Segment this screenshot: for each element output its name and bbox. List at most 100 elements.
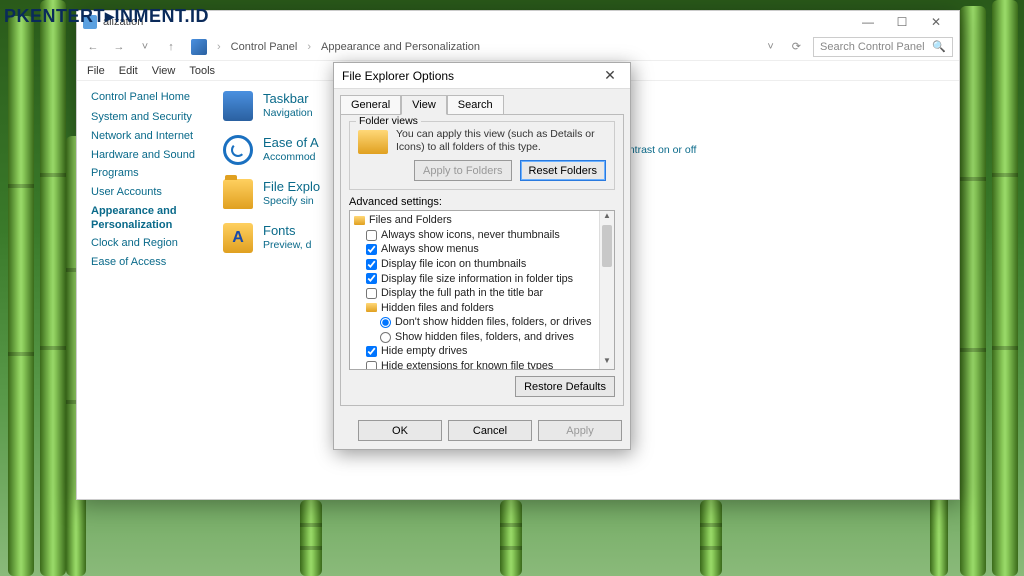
advanced-settings-tree[interactable]: Files and FoldersAlways show icons, neve… xyxy=(349,210,615,370)
scroll-thumb[interactable] xyxy=(602,225,612,267)
titlebar[interactable]: alization — ☐ ✕ xyxy=(77,11,959,33)
apply-to-folders-button[interactable]: Apply to Folders xyxy=(414,160,511,181)
category-sub[interactable]: Specify sin xyxy=(263,195,320,207)
dialog-close-button[interactable]: ✕ xyxy=(598,67,622,84)
category-sub[interactable]: Navigation xyxy=(263,107,313,119)
sidebar-item-network[interactable]: Network and Internet xyxy=(91,130,199,144)
scroll-down-icon[interactable]: ▼ xyxy=(600,356,614,369)
sidebar-home[interactable]: Control Panel Home xyxy=(91,91,199,103)
sidebar-item-hardware[interactable]: Hardware and Sound xyxy=(91,149,199,163)
checkbox[interactable] xyxy=(366,259,377,270)
menu-edit[interactable]: Edit xyxy=(119,65,138,77)
dialog-footer: OK Cancel Apply xyxy=(334,412,630,449)
tree-item[interactable]: Hidden files and folders xyxy=(366,301,597,316)
back-button[interactable]: ← xyxy=(83,37,103,57)
scroll-up-icon[interactable]: ▲ xyxy=(600,211,614,224)
search-icon: 🔍 xyxy=(932,40,946,53)
apply-button[interactable]: Apply xyxy=(538,420,622,441)
tab-general[interactable]: General xyxy=(340,95,401,114)
watermark: PKENTERT▸INMENT.ID xyxy=(4,6,209,27)
file-explorer-options-dialog: File Explorer Options ✕ General View Sea… xyxy=(333,62,631,450)
fonts-icon xyxy=(223,223,253,253)
menu-view[interactable]: View xyxy=(152,65,176,77)
category-title: File Explo xyxy=(263,179,320,194)
tree-item[interactable]: Display file icon on thumbnails xyxy=(366,257,597,272)
dialog-title: File Explorer Options xyxy=(342,69,454,83)
minimize-button[interactable]: — xyxy=(851,12,885,32)
tree-item[interactable]: Hide extensions for known file types xyxy=(366,359,597,370)
tree-item-label: Display file icon on thumbnails xyxy=(381,257,526,272)
tree-item[interactable]: Always show menus xyxy=(366,242,597,257)
breadcrumb-item[interactable]: Appearance and Personalization xyxy=(317,41,484,53)
group-legend: Folder views xyxy=(356,115,421,127)
tree-item[interactable]: Always show icons, never thumbnails xyxy=(366,228,597,243)
restore-defaults-button[interactable]: Restore Defaults xyxy=(515,376,615,397)
ease-icon xyxy=(223,135,253,165)
tree-item-label: Display file size information in folder … xyxy=(381,272,573,287)
forward-button[interactable]: → xyxy=(109,37,129,57)
up-button[interactable]: ↑ xyxy=(161,37,181,57)
tree-item-label: Always show menus xyxy=(381,242,479,257)
sidebar-item-appearance[interactable]: Appearance and Personalization xyxy=(91,205,199,233)
tree-item-label: Hide empty drives xyxy=(381,344,467,359)
checkbox[interactable] xyxy=(366,361,377,371)
address-dropdown[interactable]: ˅ xyxy=(761,41,779,53)
category-sub[interactable]: Accommod xyxy=(263,151,319,163)
breadcrumb-item[interactable]: Control Panel xyxy=(227,41,302,53)
tree-scrollbar[interactable]: ▲ ▼ xyxy=(599,211,614,369)
tree-root[interactable]: Files and Folders xyxy=(354,213,597,228)
category-title: Taskbar xyxy=(263,91,313,106)
tree-item-label: Hide extensions for known file types xyxy=(381,359,553,370)
control-panel-icon xyxy=(191,39,207,55)
tab-search[interactable]: Search xyxy=(447,95,504,114)
dialog-tabs: General View Search xyxy=(334,89,630,114)
checkbox[interactable] xyxy=(366,244,377,255)
tab-pane-view: Folder views You can apply this view (su… xyxy=(340,114,624,406)
radio[interactable] xyxy=(380,317,391,328)
tree-item[interactable]: Show hidden files, folders, and drives xyxy=(380,330,597,345)
checkbox[interactable] xyxy=(366,230,377,241)
menu-file[interactable]: File xyxy=(87,65,105,77)
tree-item-label: Show hidden files, folders, and drives xyxy=(395,330,574,345)
close-button[interactable]: ✕ xyxy=(919,12,953,32)
sidebar-item-ease[interactable]: Ease of Access xyxy=(91,256,199,270)
checkbox[interactable] xyxy=(366,273,377,284)
checkbox[interactable] xyxy=(366,288,377,299)
search-input[interactable]: Search Control Panel 🔍 xyxy=(813,37,953,57)
tree-item[interactable]: Display file size information in folder … xyxy=(366,272,597,287)
cancel-button[interactable]: Cancel xyxy=(448,420,532,441)
folder-icon xyxy=(366,303,377,312)
nav-toolbar: ← → ˅ ↑ › Control Panel › Appearance and… xyxy=(77,33,959,61)
tree-item[interactable]: Display the full path in the title bar xyxy=(366,286,597,301)
tab-view[interactable]: View xyxy=(401,95,447,115)
folder-icon xyxy=(223,179,253,209)
folder-views-group: Folder views You can apply this view (su… xyxy=(349,121,615,190)
menu-tools[interactable]: Tools xyxy=(189,65,215,77)
sidebar-item-system[interactable]: System and Security xyxy=(91,111,199,125)
ok-button[interactable]: OK xyxy=(358,420,442,441)
category-sub[interactable]: Preview, d xyxy=(263,239,311,251)
sidebar-item-clock[interactable]: Clock and Region xyxy=(91,237,199,251)
tree-item-label: Don't show hidden files, folders, or dri… xyxy=(395,315,592,330)
folder-icon xyxy=(354,216,365,225)
recent-dropdown[interactable]: ˅ xyxy=(135,37,155,57)
sidebar-item-programs[interactable]: Programs xyxy=(91,167,199,181)
taskbar-icon xyxy=(223,91,253,121)
sidebar-item-users[interactable]: User Accounts xyxy=(91,186,199,200)
folder-view-icon xyxy=(358,130,388,154)
reset-folders-button[interactable]: Reset Folders xyxy=(520,160,606,181)
tree-item[interactable]: Hide empty drives xyxy=(366,344,597,359)
radio[interactable] xyxy=(380,332,391,343)
tree-item-label: Always show icons, never thumbnails xyxy=(381,228,560,243)
refresh-button[interactable]: ⟳ xyxy=(786,40,807,53)
advanced-settings-label: Advanced settings: xyxy=(349,196,615,208)
tree-item[interactable]: Don't show hidden files, folders, or dri… xyxy=(380,315,597,330)
checkbox[interactable] xyxy=(366,346,377,357)
category-title: Ease of A xyxy=(263,135,319,150)
tree-item-label: Hidden files and folders xyxy=(381,301,494,316)
dialog-titlebar[interactable]: File Explorer Options ✕ xyxy=(334,63,630,89)
tree-item-label: Display the full path in the title bar xyxy=(381,286,543,301)
maximize-button[interactable]: ☐ xyxy=(885,12,919,32)
sidebar: Control Panel Home System and Security N… xyxy=(77,81,207,499)
category-title: Fonts xyxy=(263,223,311,238)
